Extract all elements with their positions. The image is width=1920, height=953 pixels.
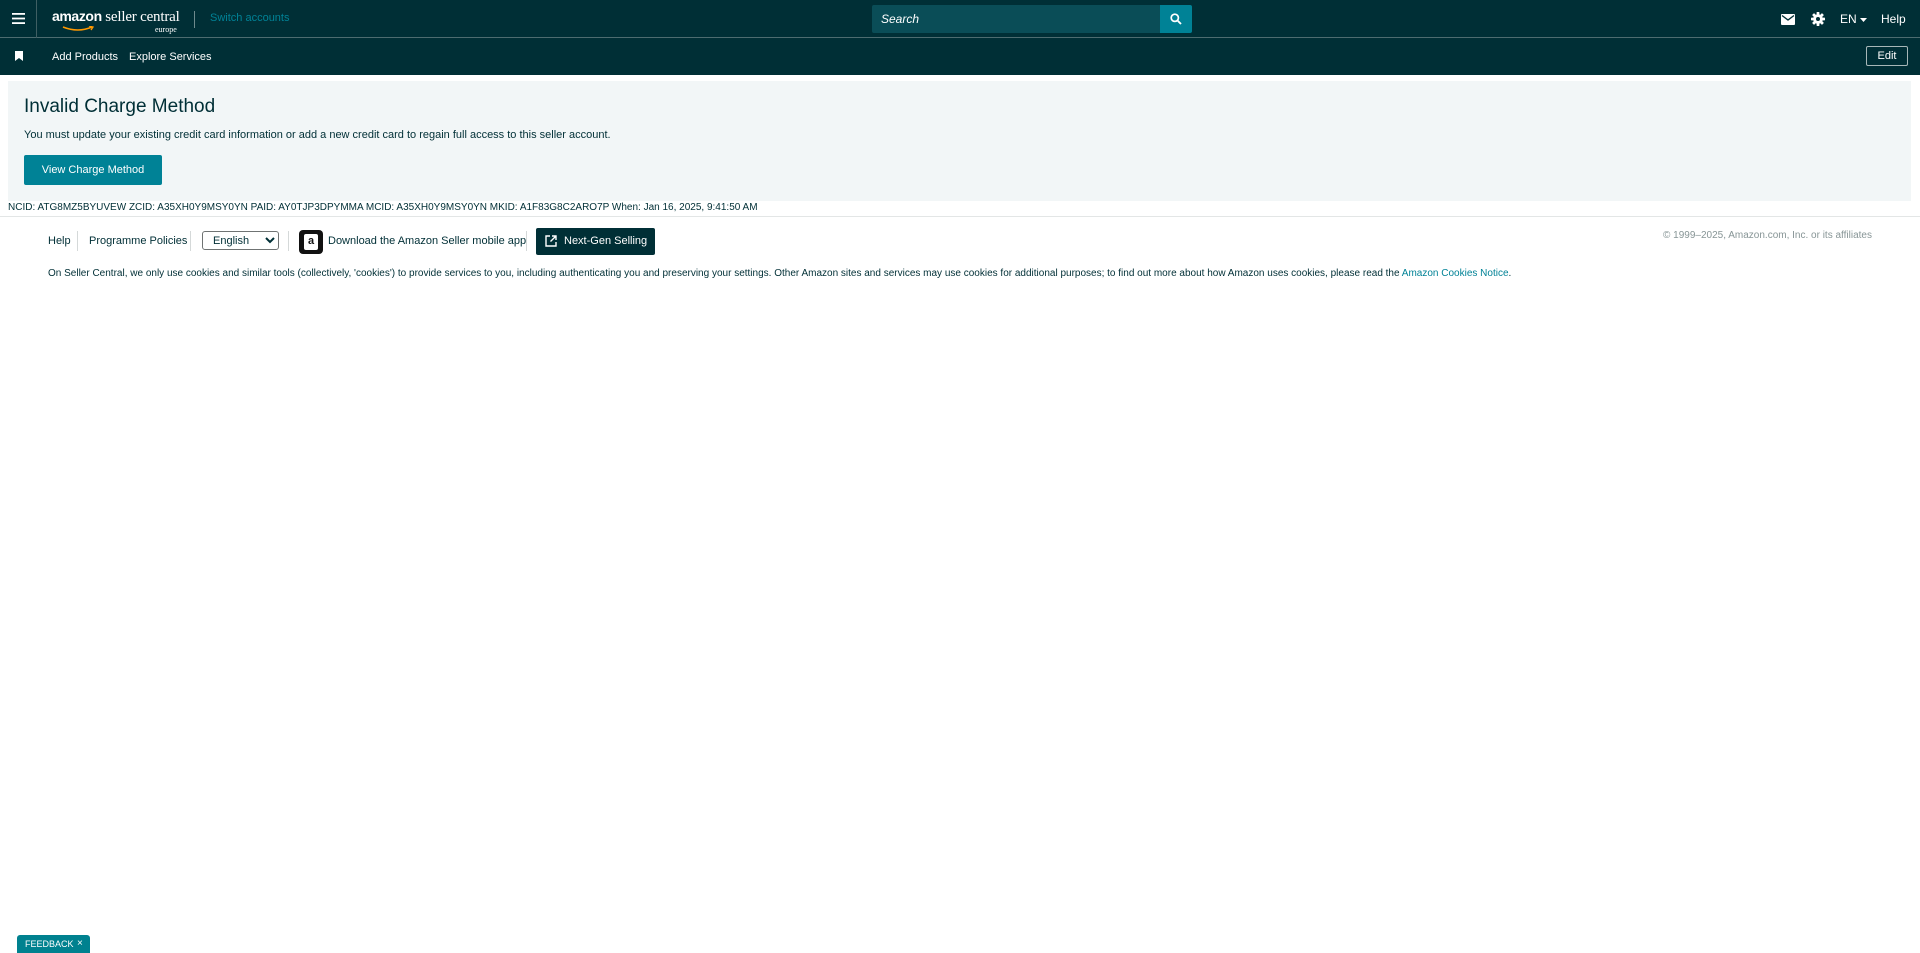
top-navigation-bar: amazon seller central europe Switch acco…: [0, 0, 1920, 38]
menu-icon: [12, 13, 25, 24]
amazon-smile-icon: [62, 26, 95, 31]
seller-app-icon[interactable]: a: [299, 230, 323, 254]
alert-panel: Invalid Charge Method You must update yo…: [8, 81, 1911, 201]
logo-amazon-text: amazon: [52, 8, 102, 24]
search-icon: [1170, 13, 1182, 25]
view-charge-method-button[interactable]: View Charge Method: [24, 155, 162, 185]
copyright-text: © 1999–2025, Amazon.com, Inc. or its aff…: [1663, 230, 1872, 241]
shopping-bag-icon: a: [304, 234, 318, 250]
divider: [194, 11, 195, 28]
language-label: EN: [1840, 12, 1857, 26]
chevron-down-icon: [1859, 17, 1867, 22]
cookie-notice: On Seller Central, we only use cookies a…: [48, 268, 1511, 279]
help-link[interactable]: Help: [1881, 12, 1906, 26]
bookmark-icon[interactable]: [15, 51, 23, 61]
menu-button[interactable]: [0, 0, 37, 38]
language-dropdown[interactable]: EN: [1840, 12, 1867, 26]
next-gen-selling-label: Next-Gen Selling: [564, 235, 648, 247]
add-products-link[interactable]: Add Products: [52, 51, 118, 63]
search-input[interactable]: [872, 5, 1160, 33]
language-select[interactable]: English: [202, 231, 279, 250]
session-ids-text: NCID: ATG8MZ5BYUVEW ZCID: A35XH0Y9MSY0YN…: [8, 202, 758, 213]
divider: [288, 231, 289, 251]
page-title: Invalid Charge Method: [24, 96, 216, 117]
external-link-icon: [545, 235, 557, 247]
cookies-notice-link[interactable]: Amazon Cookies Notice: [1402, 268, 1509, 279]
switch-accounts-link[interactable]: Switch accounts: [210, 12, 289, 24]
next-gen-selling-button[interactable]: Next-Gen Selling: [536, 228, 655, 255]
cookie-text-end: .: [1508, 268, 1512, 279]
gear-icon[interactable]: [1811, 12, 1825, 26]
edit-button[interactable]: Edit: [1866, 46, 1908, 66]
alert-message: You must update your existing credit car…: [24, 129, 611, 141]
bookmark-bar: Add Products Explore Services Edit: [0, 38, 1920, 75]
search-button[interactable]: [1160, 5, 1192, 33]
programme-policies-link[interactable]: Programme Policies: [89, 235, 187, 247]
divider: [77, 231, 78, 251]
search-bar: [872, 5, 1192, 33]
explore-services-link[interactable]: Explore Services: [129, 51, 212, 63]
download-app-link[interactable]: Download the Amazon Seller mobile app: [328, 235, 526, 247]
logo-region-text: europe: [155, 25, 177, 34]
app-icon-letter: a: [307, 235, 315, 247]
footer-help-link[interactable]: Help: [48, 235, 71, 247]
seller-central-logo[interactable]: amazon seller central europe: [52, 6, 180, 34]
feedback-label: FEEDBACK: [25, 939, 74, 949]
logo-seller-central-text: seller central: [105, 9, 180, 25]
feedback-tab[interactable]: FEEDBACK ×: [17, 935, 90, 953]
mail-icon[interactable]: [1781, 14, 1795, 25]
divider: [190, 231, 191, 251]
divider: [526, 231, 527, 251]
divider: [0, 216, 1920, 217]
close-icon[interactable]: ×: [77, 938, 83, 949]
cookie-text: On Seller Central, we only use cookies a…: [48, 268, 1402, 279]
